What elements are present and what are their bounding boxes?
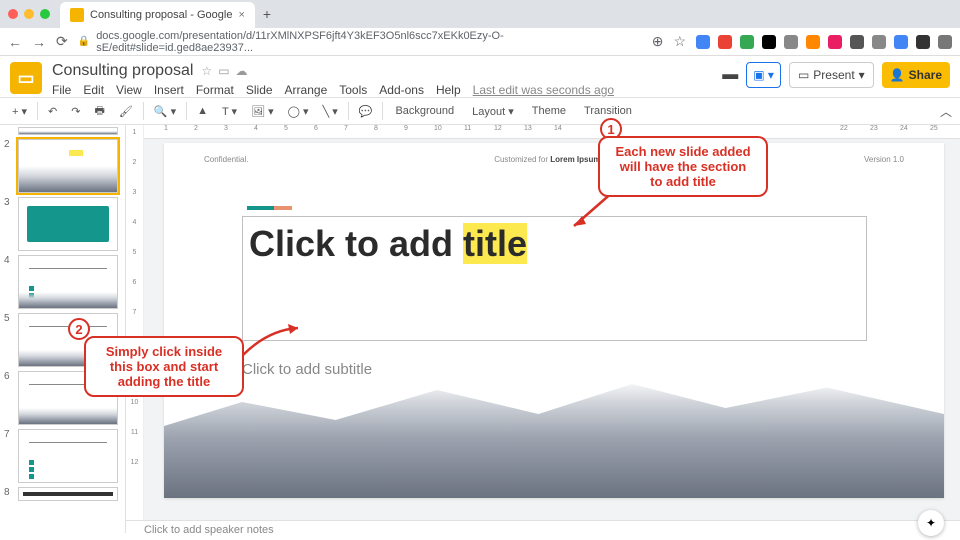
title-placeholder[interactable]: Click to add title bbox=[242, 216, 867, 341]
menu-file[interactable]: File bbox=[52, 83, 71, 97]
slide-thumb[interactable] bbox=[18, 487, 118, 501]
back-button[interactable]: ← bbox=[8, 34, 22, 50]
horizontal-ruler: 1234567891011121314 22232425 bbox=[144, 125, 960, 139]
browser-tab-strip: Consulting proposal - Google × + bbox=[0, 0, 960, 28]
ext-icon[interactable] bbox=[850, 35, 864, 49]
ext-icon[interactable] bbox=[872, 35, 886, 49]
image-tool[interactable]: 🖼 ▾ bbox=[247, 103, 278, 120]
ext-icon[interactable] bbox=[828, 35, 842, 49]
ext-icon[interactable] bbox=[762, 35, 776, 49]
menu-help[interactable]: Help bbox=[436, 83, 461, 97]
ext-icon[interactable] bbox=[718, 35, 732, 49]
add-people-button[interactable]: ▣ ▾ bbox=[746, 62, 781, 88]
forward-button[interactable]: → bbox=[32, 34, 46, 50]
line-tool[interactable]: ╲ ▾ bbox=[319, 103, 342, 120]
slide-thumb[interactable] bbox=[18, 429, 118, 483]
transition-button[interactable]: Transition bbox=[578, 103, 638, 119]
slide-thumb[interactable] bbox=[18, 127, 118, 135]
collapse-toolbar-button[interactable]: ︿ bbox=[940, 103, 952, 120]
menu-arrange[interactable]: Arrange bbox=[285, 83, 328, 97]
print-button[interactable]: 🖶 bbox=[90, 100, 108, 123]
vertical-ruler: 123456789101112 bbox=[126, 125, 144, 533]
menu-view[interactable]: View bbox=[116, 83, 142, 97]
last-edit-link[interactable]: Last edit was seconds ago bbox=[473, 83, 614, 97]
explore-button[interactable]: ✦ bbox=[918, 510, 944, 536]
minimize-window-icon[interactable] bbox=[24, 9, 34, 19]
new-tab-button[interactable]: + bbox=[263, 6, 271, 22]
slide-header: Confidential. Customized for Lorem Ipsum… bbox=[204, 155, 904, 164]
layout-button[interactable]: Layout ▾ bbox=[466, 103, 520, 120]
ext-icon[interactable] bbox=[894, 35, 908, 49]
paint-format-button[interactable]: 🖌 bbox=[115, 103, 137, 120]
cloud-icon[interactable]: ☁ bbox=[236, 64, 248, 78]
shape-tool[interactable]: ◯ ▾ bbox=[284, 103, 313, 120]
ext-icon[interactable] bbox=[740, 35, 754, 49]
menu-bar: File Edit View Insert Format Slide Arran… bbox=[52, 83, 712, 97]
menu-edit[interactable]: Edit bbox=[83, 83, 104, 97]
ext-icon[interactable] bbox=[916, 35, 930, 49]
extensions bbox=[696, 35, 952, 49]
move-icon[interactable]: ▭ bbox=[218, 64, 229, 78]
close-window-icon[interactable] bbox=[8, 9, 18, 19]
close-tab-icon[interactable]: × bbox=[238, 9, 244, 21]
star-icon[interactable]: ☆ bbox=[673, 33, 686, 50]
textbox-tool[interactable]: T ▾ bbox=[218, 103, 241, 120]
filmstrip[interactable]: 2 3 4 5 6 7 8 bbox=[0, 125, 126, 533]
background-button[interactable]: Background bbox=[389, 103, 460, 119]
url-text: docs.google.com/presentation/d/11rXMlNXP… bbox=[96, 30, 642, 54]
menu-tools[interactable]: Tools bbox=[339, 83, 367, 97]
zoom-button[interactable]: 🔍 ▾ bbox=[150, 103, 180, 120]
zoom-icon[interactable]: ⊕ bbox=[652, 33, 664, 50]
comments-icon[interactable]: ▬ bbox=[722, 66, 738, 84]
slides-logo-icon[interactable]: ▭ bbox=[10, 62, 42, 94]
comment-button[interactable]: 💬 bbox=[355, 103, 377, 120]
menu-format[interactable]: Format bbox=[196, 83, 234, 97]
share-button[interactable]: 👤 Share bbox=[882, 62, 950, 88]
lock-icon: 🔒 bbox=[78, 36, 90, 47]
ext-icon[interactable] bbox=[938, 35, 952, 49]
ext-icon[interactable] bbox=[806, 35, 820, 49]
reload-button[interactable]: ⟳ bbox=[56, 33, 68, 50]
annotation-2: Simply click inside this box and start a… bbox=[84, 336, 244, 397]
present-button[interactable]: ▭ Present ▾ bbox=[789, 62, 874, 88]
select-tool[interactable]: ▲ bbox=[193, 103, 212, 119]
arrow-icon bbox=[238, 320, 308, 360]
address-bar: ← → ⟳ 🔒 docs.google.com/presentation/d/1… bbox=[0, 28, 960, 56]
maximize-window-icon[interactable] bbox=[40, 9, 50, 19]
menu-addons[interactable]: Add-ons bbox=[379, 83, 424, 97]
undo-button[interactable]: ↶ bbox=[44, 103, 61, 120]
slides-favicon-icon bbox=[70, 8, 84, 22]
browser-tab[interactable]: Consulting proposal - Google × bbox=[60, 2, 255, 28]
star-icon[interactable]: ☆ bbox=[201, 64, 212, 78]
traffic-lights bbox=[8, 9, 50, 19]
url-field[interactable]: 🔒 docs.google.com/presentation/d/11rXMlN… bbox=[78, 30, 642, 54]
slide-thumb[interactable] bbox=[18, 255, 118, 309]
annotation-badge-2: 2 bbox=[68, 318, 90, 340]
doc-title[interactable]: Consulting proposal bbox=[52, 62, 193, 80]
ext-icon[interactable] bbox=[696, 35, 710, 49]
main-area: 2 3 4 5 6 7 8 123456789101112 1234567891… bbox=[0, 125, 960, 533]
menu-insert[interactable]: Insert bbox=[154, 83, 184, 97]
tab-title: Consulting proposal - Google bbox=[90, 9, 232, 21]
slide-thumb[interactable] bbox=[18, 139, 118, 193]
ext-icon[interactable] bbox=[784, 35, 798, 49]
title-text: Click to add title bbox=[249, 223, 527, 264]
speaker-notes[interactable]: Click to add speaker notes bbox=[126, 520, 960, 540]
accent-bar bbox=[247, 206, 292, 210]
subtitle-placeholder[interactable]: Click to add subtitle bbox=[242, 361, 867, 391]
app-header: ▭ Consulting proposal ☆ ▭ ☁ File Edit Vi… bbox=[0, 56, 960, 97]
annotation-1: Each new slide added will have the secti… bbox=[598, 136, 768, 197]
toolbar: + ▾ ↶ ↷ 🖶 🖌 🔍 ▾ ▲ T ▾ 🖼 ▾ ◯ ▾ ╲ ▾ 💬 Back… bbox=[0, 97, 960, 125]
slide-thumb[interactable] bbox=[18, 197, 118, 251]
menu-slide[interactable]: Slide bbox=[246, 83, 273, 97]
redo-button[interactable]: ↷ bbox=[67, 103, 84, 120]
theme-button[interactable]: Theme bbox=[526, 103, 572, 119]
mountain-image bbox=[164, 378, 944, 498]
new-slide-button[interactable]: + ▾ bbox=[8, 103, 31, 120]
